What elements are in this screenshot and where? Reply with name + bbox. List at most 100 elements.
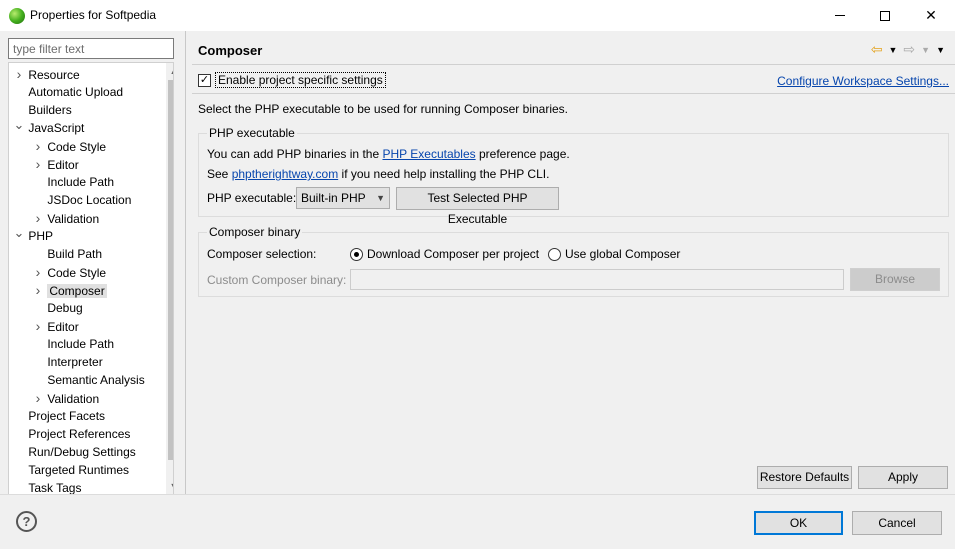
properties-page: Composer ⇦ ▼ ⇨ ▼ ▼ ✓ Enable project spec…	[186, 31, 955, 494]
radio-button[interactable]	[350, 247, 363, 261]
tree-item[interactable]: Interpreter	[32, 353, 103, 371]
php-executables-link[interactable]: PHP Executables	[382, 147, 475, 161]
tree-item-label: JavaScript	[28, 121, 85, 135]
phptherightway-link[interactable]: phptherightway.com	[232, 167, 339, 181]
page-title: Composer	[198, 43, 263, 58]
view-menu-icon[interactable]: ▼	[936, 45, 945, 55]
chevron-right-icon[interactable]: ›	[32, 137, 44, 155]
tree-item[interactable]: › Validation	[32, 209, 100, 227]
hint-text: You can add PHP binaries in the	[207, 147, 383, 161]
window-title: Properties for Softpedia	[30, 8, 157, 22]
tree-item-label: Editor	[47, 320, 79, 334]
tree-scrollbar[interactable]: ▲ ▼	[166, 63, 173, 494]
php-executable-group: PHP executable You can add PHP binaries …	[198, 126, 949, 226]
title-separator	[192, 64, 955, 65]
chevron-right-icon[interactable]: ›	[32, 155, 44, 173]
chevron-down-icon[interactable]: ⌄	[13, 226, 25, 239]
hint-text: if you need help installing the PHP CLI.	[338, 167, 550, 181]
chevron-right-icon[interactable]: ›	[32, 209, 44, 227]
tree-item-label: Targeted Runtimes	[28, 463, 130, 477]
tree-item-label: Task Tags	[28, 481, 82, 495]
restore-defaults-button[interactable]: Restore Defaults	[757, 466, 852, 489]
tree-item[interactable]: Include Path	[32, 173, 114, 191]
tree-item[interactable]: › Editor	[32, 317, 79, 335]
tree-item[interactable]: Run/Debug Settings	[13, 443, 135, 461]
tree-item-label: JSDoc Location	[47, 193, 132, 207]
radio-label: Download Composer per project	[367, 247, 540, 261]
tree-item-label: Editor	[47, 158, 79, 172]
tree-item[interactable]: Project References	[13, 425, 130, 443]
custom-binary-input	[350, 269, 844, 290]
enable-label: Enable project specific settings	[215, 72, 386, 88]
tree-item-label: PHP	[28, 229, 54, 243]
hint-text: See	[207, 167, 232, 181]
radio-download-composer[interactable]: Download Composer per project	[350, 247, 539, 261]
scroll-up-icon[interactable]: ▲	[166, 63, 173, 79]
tree-item[interactable]: › Composer	[32, 281, 107, 299]
sidebar: ▲ ▼ › Resource Automatic Upload Builders…	[0, 31, 185, 495]
configure-workspace-link[interactable]: Configure Workspace Settings...	[777, 74, 949, 88]
tree-item[interactable]: Project Facets	[13, 407, 105, 425]
tree-item[interactable]: › Editor	[32, 155, 79, 173]
scroll-thumb[interactable]	[168, 80, 173, 460]
test-executable-button[interactable]: Test Selected PHP Executable	[396, 187, 559, 226]
tree-item[interactable]: Automatic Upload	[13, 83, 123, 101]
close-button[interactable]: ✕	[908, 0, 954, 31]
help-icon[interactable]: ?	[16, 511, 37, 532]
cancel-button[interactable]: Cancel	[852, 511, 942, 535]
radio-button[interactable]	[548, 247, 561, 261]
custom-binary-label: Custom Composer binary:	[207, 273, 347, 287]
group-title: Composer binary	[207, 225, 303, 239]
forward-dropdown-icon[interactable]: ▼	[921, 45, 930, 55]
tree-item[interactable]: › Validation	[32, 389, 100, 407]
tree-item[interactable]: ⌄ PHP	[13, 226, 54, 245]
tree-item-label: Debug	[47, 301, 83, 315]
scroll-down-icon[interactable]: ▼	[166, 478, 173, 494]
radio-global-composer[interactable]: Use global Composer	[548, 247, 680, 261]
tree-item-label: Builders	[28, 103, 72, 117]
apply-button[interactable]: Apply	[858, 466, 948, 489]
tree-item[interactable]: Semantic Analysis	[32, 371, 144, 389]
tree-item[interactable]: Task Tags	[13, 479, 82, 495]
chevron-right-icon[interactable]: ›	[32, 281, 44, 299]
back-dropdown-icon[interactable]: ▼	[889, 45, 898, 55]
back-arrow-icon[interactable]: ⇦	[871, 41, 883, 58]
php-executable-select[interactable]: Built-in PHP ▼	[296, 187, 390, 209]
php-executable-value: Built-in PHP	[301, 191, 366, 205]
tree-item[interactable]: Targeted Runtimes	[13, 461, 129, 479]
ok-button[interactable]: OK	[754, 511, 843, 535]
tree-item-label: Project References	[28, 427, 131, 441]
tree-item[interactable]: › Code Style	[32, 137, 106, 155]
chevron-right-icon[interactable]: ›	[32, 389, 44, 407]
hint-text: preference page.	[475, 147, 570, 161]
group-title: PHP executable	[207, 126, 297, 140]
tree-item[interactable]: › Resource	[13, 65, 80, 83]
minimize-button[interactable]	[817, 0, 863, 31]
close-icon: ✕	[925, 7, 937, 23]
tree-item[interactable]: Include Path	[32, 335, 114, 353]
enable-project-settings[interactable]: ✓ Enable project specific settings	[198, 72, 386, 88]
chevron-right-icon[interactable]: ›	[13, 65, 25, 83]
tree-item-label: Include Path	[47, 175, 115, 189]
filter-input[interactable]	[8, 38, 174, 59]
tree-item[interactable]: Build Path	[32, 245, 102, 263]
tree-item-label: Validation	[47, 212, 100, 226]
page-description: Select the PHP executable to be used for…	[198, 102, 568, 116]
tree-item[interactable]: Debug	[32, 299, 83, 317]
tree-item[interactable]: › Code Style	[32, 263, 106, 281]
tree-item-label: Composer	[47, 284, 107, 298]
navigation-arrows: ⇦ ▼ ⇨ ▼ ▼	[871, 41, 945, 58]
maximize-button[interactable]	[862, 0, 908, 31]
php-cli-hint: See phptherightway.com if you need help …	[207, 167, 549, 181]
chevron-right-icon[interactable]: ›	[32, 263, 44, 281]
php-executable-label: PHP executable:	[207, 191, 297, 205]
chevron-down-icon[interactable]: ⌄	[13, 118, 25, 131]
tree-item-label: Resource	[28, 68, 80, 82]
tree-item-label: Interpreter	[47, 355, 103, 369]
chevron-right-icon[interactable]: ›	[32, 317, 44, 335]
tree-item[interactable]: JSDoc Location	[32, 191, 131, 209]
tree-item[interactable]: ⌄ JavaScript	[13, 118, 85, 137]
enable-checkbox[interactable]: ✓	[198, 73, 211, 87]
eclipse-icon	[9, 8, 25, 24]
forward-arrow-icon[interactable]: ⇨	[903, 41, 915, 58]
